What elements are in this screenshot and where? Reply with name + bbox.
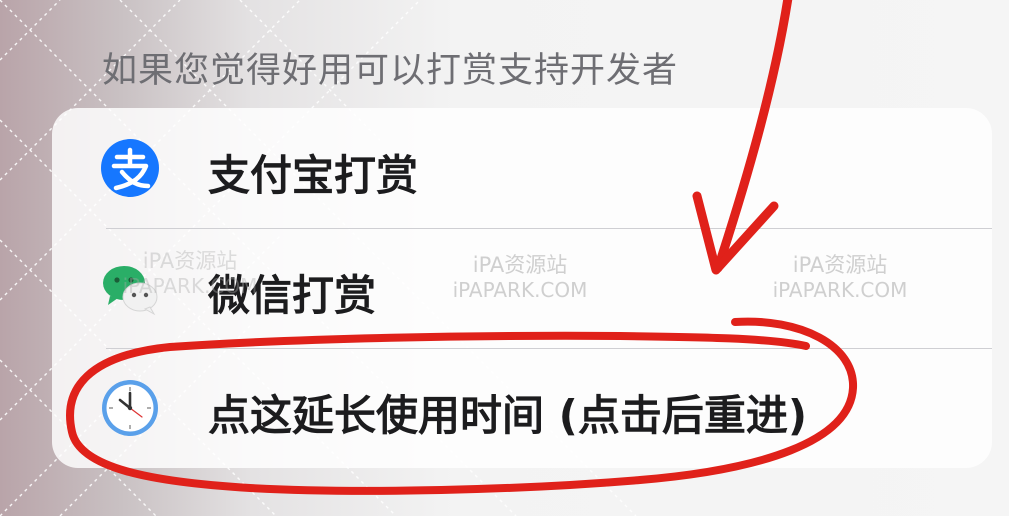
extend-usage-time-row[interactable]: 点这延长使用时间 (点击后重进) [52,348,992,468]
wechat-donate-label: 微信打赏 [208,271,377,320]
donation-options-card: 支付宝打赏 微信打赏 点这延长使用时间 (点击后重进) [52,108,992,468]
wechat-icon [103,266,158,316]
alipay-icon [101,139,159,197]
clock-icon [102,380,158,436]
alipay-donate-label: 支付宝打赏 [208,151,419,200]
section-header: 如果您觉得好用可以打赏支持开发者 [102,51,679,91]
alipay-donate-row[interactable]: 支付宝打赏 [52,108,992,228]
extend-usage-time-label: 点这延长使用时间 (点击后重进) [208,391,808,440]
wechat-donate-row[interactable]: 微信打赏 [52,228,992,348]
